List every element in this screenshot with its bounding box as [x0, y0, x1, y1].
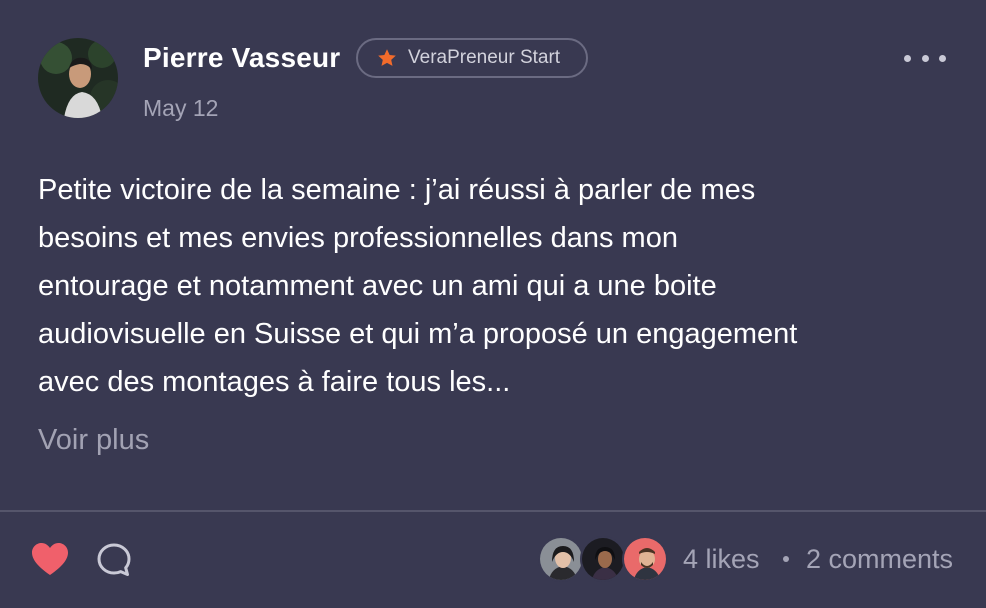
liker-avatar-2 [580, 536, 626, 582]
liker-avatars[interactable] [538, 536, 668, 584]
heart-icon[interactable] [30, 540, 70, 580]
author-avatar[interactable] [38, 38, 118, 118]
liker-avatar-3 [622, 536, 668, 582]
post-body-line: Petite victoire de la semaine : j’ai réu… [38, 174, 756, 206]
star-icon [376, 47, 398, 69]
membership-badge: VeraPreneur Start [356, 38, 588, 78]
post-body: Petite victoire de la semaine : j’ai réu… [38, 166, 948, 406]
post-date[interactable]: May 12 [143, 95, 218, 122]
badge-label: VeraPreneur Start [408, 47, 561, 68]
post-body-line: besoins et mes envies professionnelles d… [38, 222, 678, 254]
comments-count[interactable]: 2 comments [806, 544, 953, 575]
see-more-link[interactable]: Voir plus [38, 424, 149, 457]
post-card: Pierre Vasseur VeraPreneur Start May 12 … [0, 0, 986, 608]
author-name[interactable]: Pierre Vasseur [143, 42, 340, 74]
separator-dot [783, 556, 789, 562]
post-body-line: entourage et notamment avec un ami qui a… [38, 270, 717, 302]
liker-avatar-1 [538, 536, 584, 582]
footer-divider [0, 510, 986, 512]
likes-count[interactable]: 4 likes [683, 544, 760, 575]
more-options-icon[interactable] [904, 48, 946, 68]
comment-icon[interactable] [94, 540, 134, 580]
post-body-line: audiovisuelle en Suisse et qui m’a propo… [38, 318, 798, 350]
post-body-line: avec des montages à faire tous les... [38, 366, 511, 398]
